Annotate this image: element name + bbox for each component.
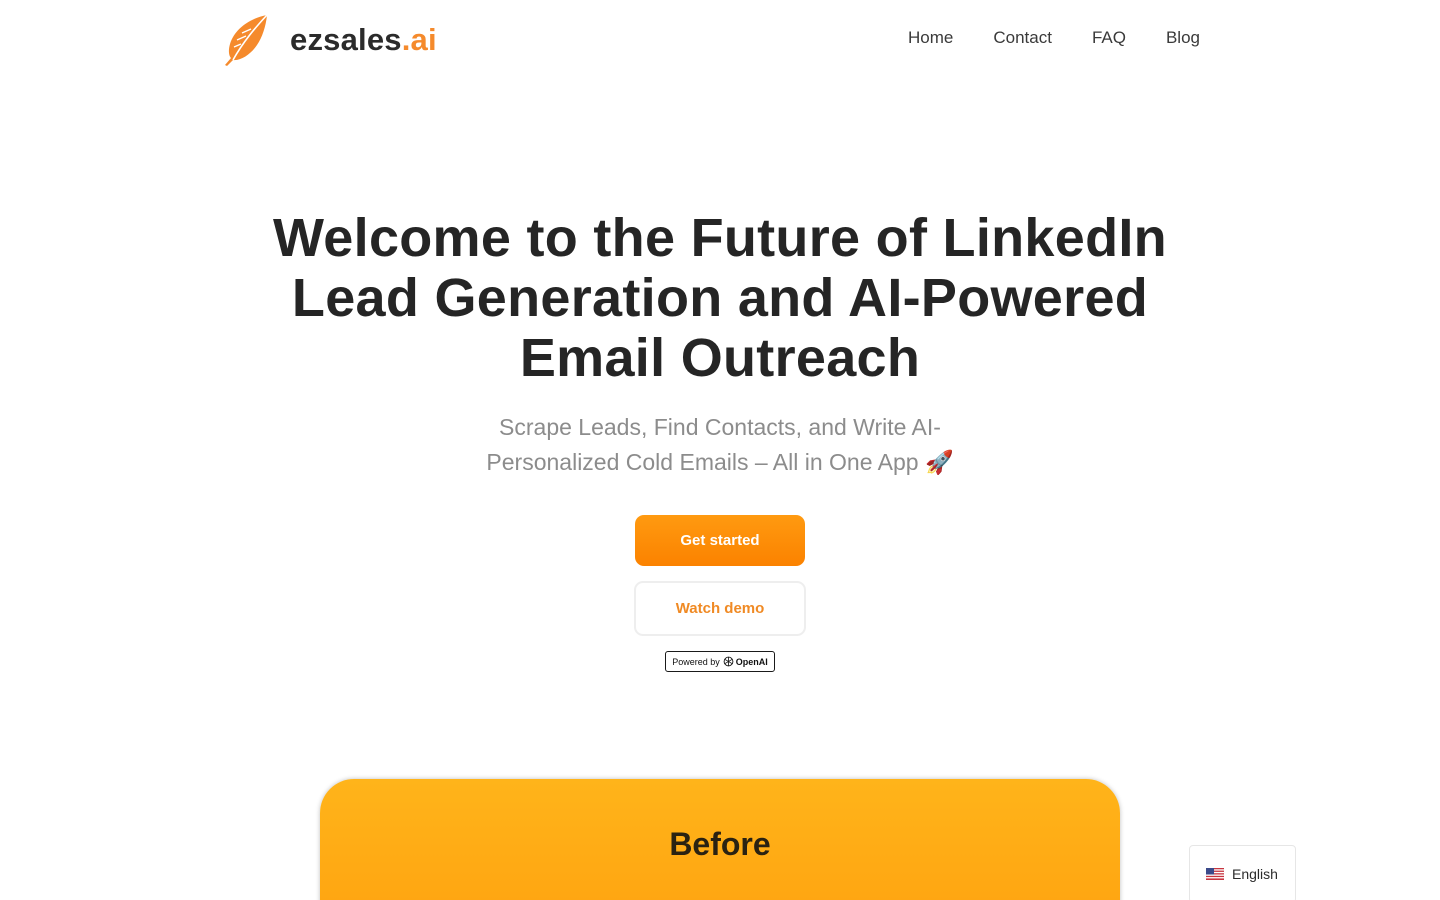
nav-home[interactable]: Home xyxy=(908,27,953,49)
powered-by-label: Powered by xyxy=(672,656,720,667)
powered-by-openai-badge[interactable]: Powered by OpenAI xyxy=(665,651,775,672)
brand-name: ezsales xyxy=(290,22,402,57)
nav-faq[interactable]: FAQ xyxy=(1092,27,1126,49)
language-label: English xyxy=(1232,866,1278,882)
logo-wordmark: ezsales.ai xyxy=(290,22,437,58)
language-selector[interactable]: English xyxy=(1189,845,1296,900)
site-header: ezsales.ai Home Contact FAQ Blog xyxy=(0,0,1440,80)
hero-subtitle: Scrape Leads, Find Contacts, and Write A… xyxy=(486,414,954,475)
brand-suffix: .ai xyxy=(401,22,437,57)
feather-quill-icon xyxy=(225,14,268,66)
us-flag-icon xyxy=(1206,868,1224,880)
watch-demo-button[interactable]: Watch demo xyxy=(634,581,806,636)
openai-label: OpenAI xyxy=(735,656,768,667)
before-card: Before xyxy=(320,779,1120,900)
before-title: Before xyxy=(669,826,771,862)
hero-title: Welcome to the Future of LinkedIn Lead G… xyxy=(273,208,1167,388)
main-nav: Home Contact FAQ Blog xyxy=(868,27,1200,49)
nav-blog[interactable]: Blog xyxy=(1166,27,1200,49)
logo-link[interactable]: ezsales.ai xyxy=(221,14,437,66)
nav-contact[interactable]: Contact xyxy=(993,27,1052,49)
get-started-button[interactable]: Get started xyxy=(635,515,805,566)
openai-logo-icon xyxy=(723,656,734,667)
